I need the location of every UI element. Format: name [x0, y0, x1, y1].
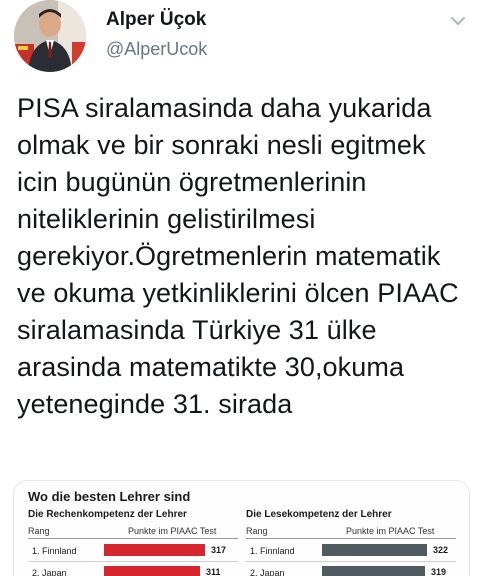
- math-column-headers: Rang Punkte im PIAAC Test: [28, 524, 238, 539]
- chevron-down-icon[interactable]: [447, 10, 469, 32]
- reading-row-value: 319: [431, 567, 447, 576]
- handle[interactable]: @AlperUcok: [106, 38, 207, 60]
- reading-row-value: 322: [433, 545, 449, 555]
- math-panel: Die Rechenkompetenz der Lehrer Rang Punk…: [28, 509, 238, 576]
- math-row-country: 1. Finnland: [32, 546, 77, 556]
- display-name[interactable]: Alper Üçok: [106, 8, 207, 32]
- math-row: 2. Japan 311: [28, 563, 238, 576]
- math-row-bar: [104, 544, 205, 556]
- math-row-country: 2. Japan: [32, 568, 67, 576]
- reading-row-bar: [322, 566, 425, 576]
- tweet: Alper Üçok @AlperUcok PISA siralamasinda…: [0, 0, 483, 576]
- reading-row-country: 1. Finnland: [250, 546, 295, 556]
- media-title: Wo die besten Lehrer sind: [28, 489, 191, 504]
- math-col-points: Punkte im PIAAC Test: [128, 526, 217, 536]
- reading-column-headers: Rang Punkte im PIAAC Test: [246, 524, 456, 539]
- math-col-rank: Rang: [28, 526, 50, 536]
- reading-panel: Die Lesekompetenz der Lehrer Rang Punkte…: [246, 509, 456, 576]
- tweet-media-image[interactable]: Wo die besten Lehrer sind Die Rechenkomp…: [13, 480, 470, 576]
- math-row-value: 311: [206, 567, 221, 576]
- reading-row: 2. Japan 319: [246, 563, 456, 576]
- reading-col-rank: Rang: [246, 526, 268, 536]
- reading-col-points: Punkte im PIAAC Test: [346, 526, 435, 536]
- reading-panel-title: Die Lesekompetenz der Lehrer: [246, 509, 392, 520]
- reading-row-country: 2. Japan: [250, 568, 285, 576]
- reading-row-bar: [322, 544, 427, 556]
- author-block: Alper Üçok @AlperUcok: [106, 8, 207, 60]
- math-row: 1. Finnland 317: [28, 541, 238, 562]
- tweet-text: PISA siralamasinda daha yukarida olmak v…: [17, 93, 459, 419]
- avatar[interactable]: [14, 0, 86, 72]
- reading-row: 1. Finnland 322: [246, 541, 456, 562]
- math-row-bar: [104, 566, 200, 576]
- math-panel-title: Die Rechenkompetenz der Lehrer: [28, 509, 187, 520]
- math-row-value: 317: [211, 545, 227, 555]
